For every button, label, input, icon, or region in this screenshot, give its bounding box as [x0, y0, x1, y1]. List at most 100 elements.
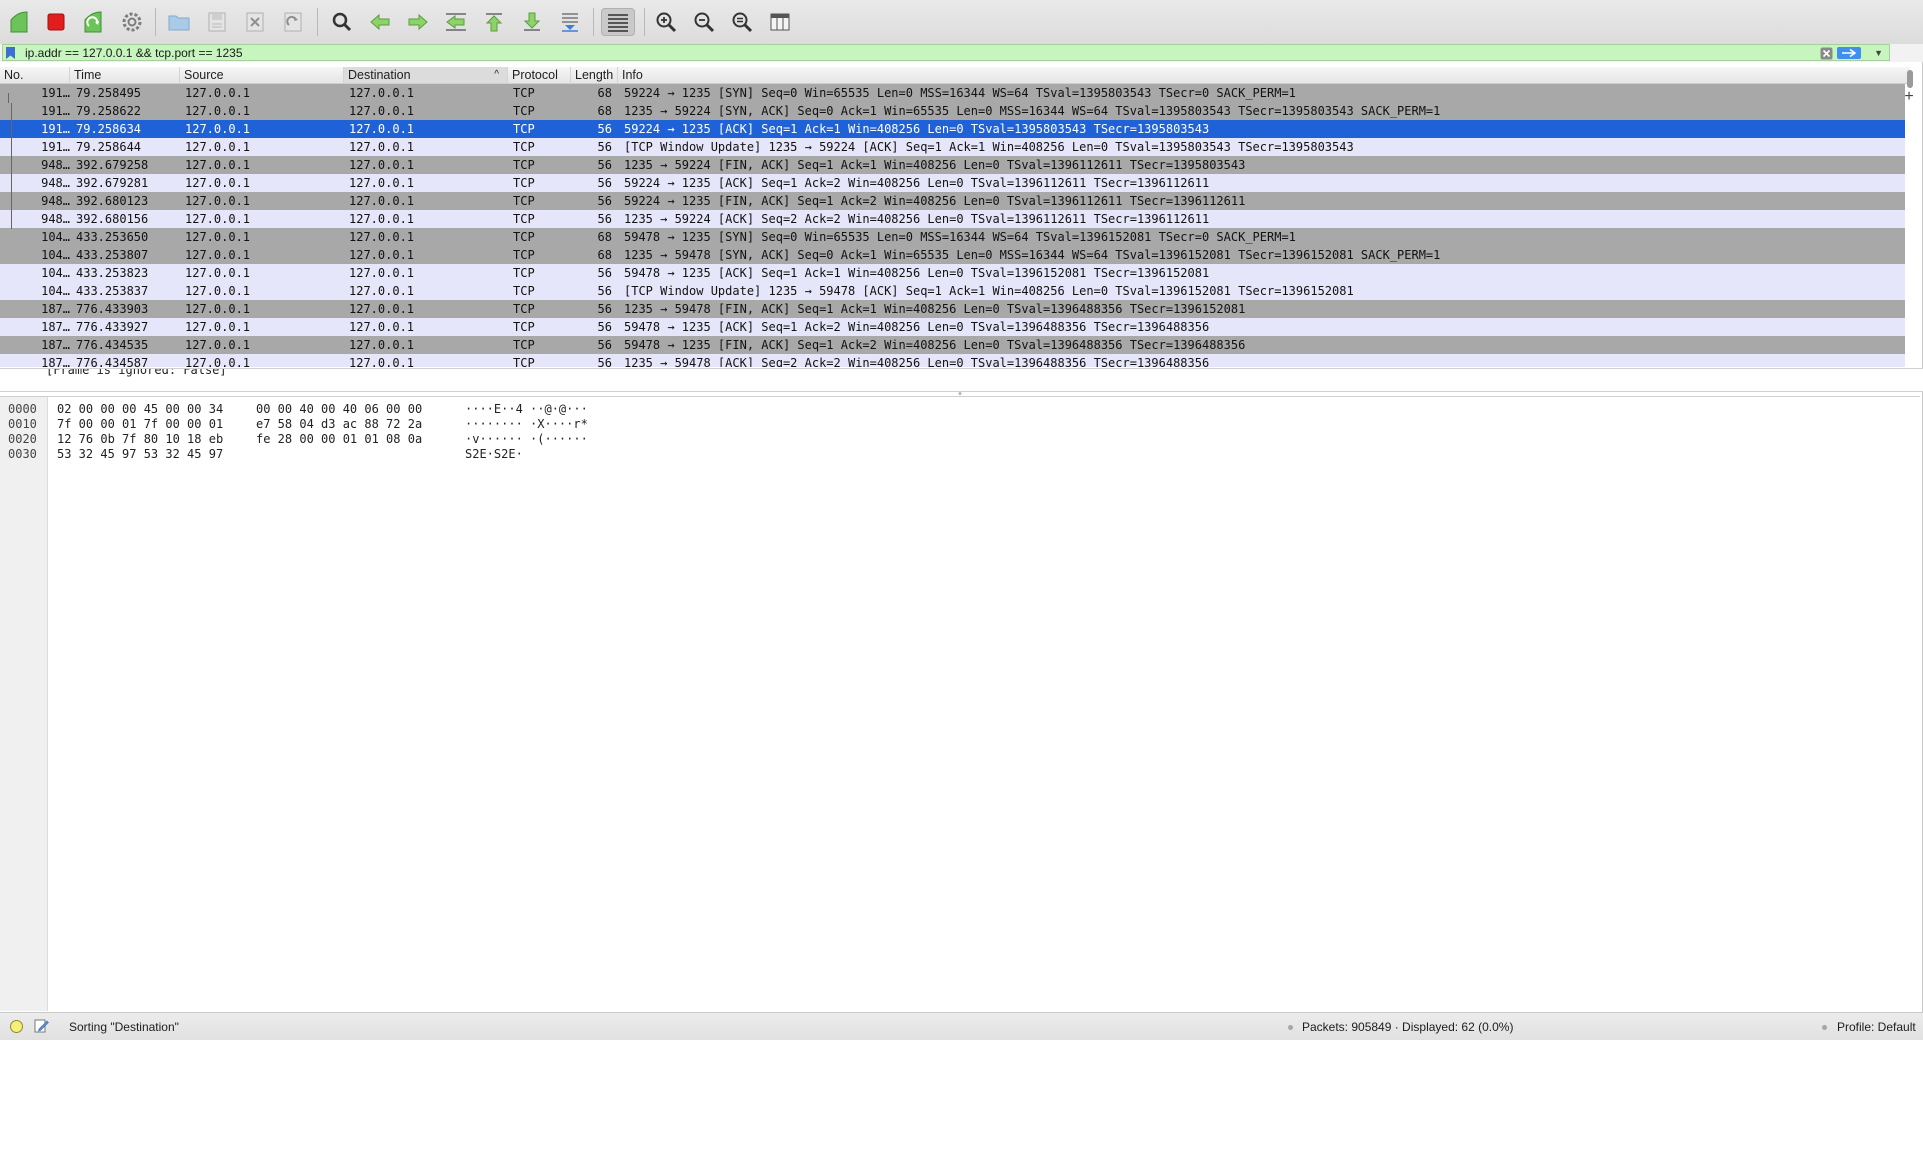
- capture-options-icon[interactable]: [117, 8, 147, 36]
- column-header-info[interactable]: Info: [618, 67, 1910, 83]
- normal-size-icon[interactable]: [727, 8, 757, 36]
- cell-proto: TCP: [513, 104, 535, 118]
- table-row[interactable]: 104… 433.253650 127.0.0.1 127.0.0.1 TCP 68 594…: [0, 228, 1905, 246]
- cell-proto: TCP: [513, 86, 535, 100]
- table-row[interactable]: 187… 776.434535 127.0.0.1 127.0.0.1 TCP 56 594…: [0, 336, 1905, 354]
- column-header-protocol[interactable]: Protocol: [508, 67, 571, 83]
- cell-time: 433.253650: [76, 230, 149, 244]
- colorize-icon[interactable]: [601, 8, 635, 36]
- packet-details-pane[interactable]: [Frame is ignored: False]: [0, 368, 1923, 392]
- pane-splitter-handle[interactable]: [955, 392, 965, 395]
- table-row[interactable]: 191… 79.258644 127.0.0.1 127.0.0.1 TCP 56 [TCP…: [0, 138, 1905, 156]
- bytes-ascii[interactable]: ········ ·X····r*: [465, 417, 588, 432]
- sort-ascending-icon: ^: [494, 69, 499, 80]
- cell-proto: TCP: [513, 194, 535, 208]
- go-back-icon[interactable]: [365, 8, 395, 36]
- bytes-hex1[interactable]: 53 32 45 97 53 32 45 97: [57, 447, 223, 462]
- apply-filter-button[interactable]: [1837, 47, 1861, 59]
- table-row[interactable]: 187… 776.433903 127.0.0.1 127.0.0.1 TCP 56 123…: [0, 300, 1905, 318]
- cell-len: 68: [597, 86, 612, 100]
- cell-time: 392.680123: [76, 194, 149, 208]
- packet-list-scrollbar[interactable]: [1906, 68, 1915, 366]
- table-row[interactable]: 187… 776.433927 127.0.0.1 127.0.0.1 TCP 56 594…: [0, 318, 1905, 336]
- scrollbar-thumb[interactable]: [1907, 70, 1913, 88]
- filter-history-dropdown-icon[interactable]: ▼: [1874, 48, 1883, 58]
- save-file-icon[interactable]: [202, 8, 232, 36]
- restart-capture-icon[interactable]: [78, 8, 108, 36]
- column-header-destination[interactable]: Destination ^: [344, 67, 508, 83]
- zoom-out-icon[interactable]: [689, 8, 719, 36]
- detail-line[interactable]: [Frame is ignored: False]: [46, 369, 227, 377]
- cell-info: 59224 → 1235 [SYN] Seq=0 Win=65535 Len=0…: [624, 86, 1296, 100]
- bytes-ascii[interactable]: ····E··4 ··@·@···: [465, 402, 588, 417]
- cell-src: 127.0.0.1: [185, 230, 251, 244]
- open-file-icon[interactable]: [164, 8, 194, 36]
- stop-capture-icon[interactable]: [41, 8, 71, 36]
- table-row[interactable]: 187… 776.434587 127.0.0.1 127.0.0.1 TCP 56 123…: [0, 354, 1905, 367]
- status-separator-dot: [1288, 1025, 1293, 1030]
- cell-len: 56: [597, 356, 612, 367]
- bytes-hex1[interactable]: 12 76 0b 7f 80 10 18 eb: [57, 432, 223, 447]
- capture-comment-icon[interactable]: [34, 1018, 49, 1033]
- cell-len: 56: [597, 122, 612, 136]
- table-row[interactable]: 191… 79.258622 127.0.0.1 127.0.0.1 TCP 68 1235…: [0, 102, 1905, 120]
- cell-info: 1235 → 59478 [FIN, ACK] Seq=1 Ack=1 Win=…: [624, 302, 1246, 316]
- bytes-hex2[interactable]: 00 00 40 00 40 06 00 00: [256, 402, 422, 417]
- cell-len: 68: [597, 104, 612, 118]
- clear-filter-icon[interactable]: [1820, 47, 1833, 60]
- auto-scroll-icon[interactable]: [555, 8, 585, 36]
- table-row[interactable]: 948… 392.680123 127.0.0.1 127.0.0.1 TCP 56 592…: [0, 192, 1905, 210]
- column-header-no[interactable]: No.: [0, 67, 70, 83]
- cell-dst: 127.0.0.1: [349, 194, 415, 208]
- bytes-ascii[interactable]: ·v······ ·(······: [465, 432, 588, 447]
- filter-text[interactable]: ip.addr == 127.0.0.1 && tcp.port == 1235: [25, 46, 243, 60]
- find-packet-icon[interactable]: [327, 8, 357, 36]
- conversation-bracket: [8, 93, 15, 103]
- go-last-packet-icon[interactable]: [517, 8, 547, 36]
- offset-gutter: [0, 397, 48, 1011]
- display-filter-input[interactable]: ip.addr == 127.0.0.1 && tcp.port == 1235…: [2, 44, 1890, 61]
- cell-info: 1235 → 59224 [ACK] Seq=2 Ack=2 Win=40825…: [624, 212, 1210, 226]
- cell-len: 56: [597, 212, 612, 226]
- cell-info: 59478 → 1235 [FIN, ACK] Seq=1 Ack=2 Win=…: [624, 338, 1246, 352]
- cell-dst: 127.0.0.1: [349, 266, 415, 280]
- table-row[interactable]: 191… 79.258495 127.0.0.1 127.0.0.1 TCP 68 5922…: [0, 84, 1905, 102]
- table-row[interactable]: 191… 79.258634 127.0.0.1 127.0.0.1 TCP 56 5922…: [0, 120, 1905, 138]
- table-row[interactable]: 104… 433.253837 127.0.0.1 127.0.0.1 TCP 56 [TC…: [0, 282, 1905, 300]
- cell-time: 79.258634: [76, 122, 142, 136]
- bookmark-icon[interactable]: [6, 47, 15, 59]
- go-first-packet-icon[interactable]: [479, 8, 509, 36]
- zoom-in-icon[interactable]: [651, 8, 681, 36]
- start-capture-icon[interactable]: [4, 8, 34, 36]
- bytes-ascii[interactable]: S2E·S2E·: [465, 447, 523, 462]
- packet-bytes-pane[interactable]: 0000 02 00 00 00 45 00 00 34 00 00 40 00 4…: [0, 396, 1920, 1011]
- reload-file-icon[interactable]: [278, 8, 308, 36]
- column-header-source[interactable]: Source: [180, 67, 344, 83]
- cell-src: 127.0.0.1: [185, 266, 251, 280]
- resize-columns-icon[interactable]: [765, 8, 795, 36]
- table-row[interactable]: 948… 392.680156 127.0.0.1 127.0.0.1 TCP 56 123…: [0, 210, 1905, 228]
- bytes-hex2[interactable]: e7 58 04 d3 ac 88 72 2a: [256, 417, 422, 432]
- table-row[interactable]: 104… 433.253807 127.0.0.1 127.0.0.1 TCP 68 123…: [0, 246, 1905, 264]
- close-file-icon[interactable]: [240, 8, 270, 36]
- cell-len: 56: [597, 284, 612, 298]
- cell-proto: TCP: [513, 140, 535, 154]
- bytes-hex2[interactable]: fe 28 00 00 01 01 08 0a: [256, 432, 422, 447]
- go-to-packet-icon[interactable]: [441, 8, 471, 36]
- column-header-destination-label: Destination: [348, 68, 411, 82]
- profile-label[interactable]: Profile: Default: [1837, 1020, 1916, 1034]
- table-row[interactable]: 948… 392.679281 127.0.0.1 127.0.0.1 TCP 56 592…: [0, 174, 1905, 192]
- cell-len: 56: [597, 302, 612, 316]
- bytes-hex1[interactable]: 02 00 00 00 45 00 00 34: [57, 402, 223, 417]
- cell-info: 59478 → 1235 [ACK] Seq=1 Ack=2 Win=40825…: [624, 320, 1210, 334]
- cell-dst: 127.0.0.1: [349, 176, 415, 190]
- expert-info-icon[interactable]: [10, 1020, 23, 1033]
- bytes-hex1[interactable]: 7f 00 00 01 7f 00 00 01: [57, 417, 223, 432]
- column-header-time[interactable]: Time: [70, 67, 180, 83]
- table-row[interactable]: 948… 392.679258 127.0.0.1 127.0.0.1 TCP 56 123…: [0, 156, 1905, 174]
- go-forward-icon[interactable]: [403, 8, 433, 36]
- cell-dst: 127.0.0.1: [349, 122, 415, 136]
- table-row[interactable]: 104… 433.253823 127.0.0.1 127.0.0.1 TCP 56 594…: [0, 264, 1905, 282]
- bytes-line: 0020 12 76 0b 7f 80 10 18 eb fe 28 00 00 0…: [0, 432, 700, 447]
- column-header-length[interactable]: Length: [571, 67, 618, 83]
